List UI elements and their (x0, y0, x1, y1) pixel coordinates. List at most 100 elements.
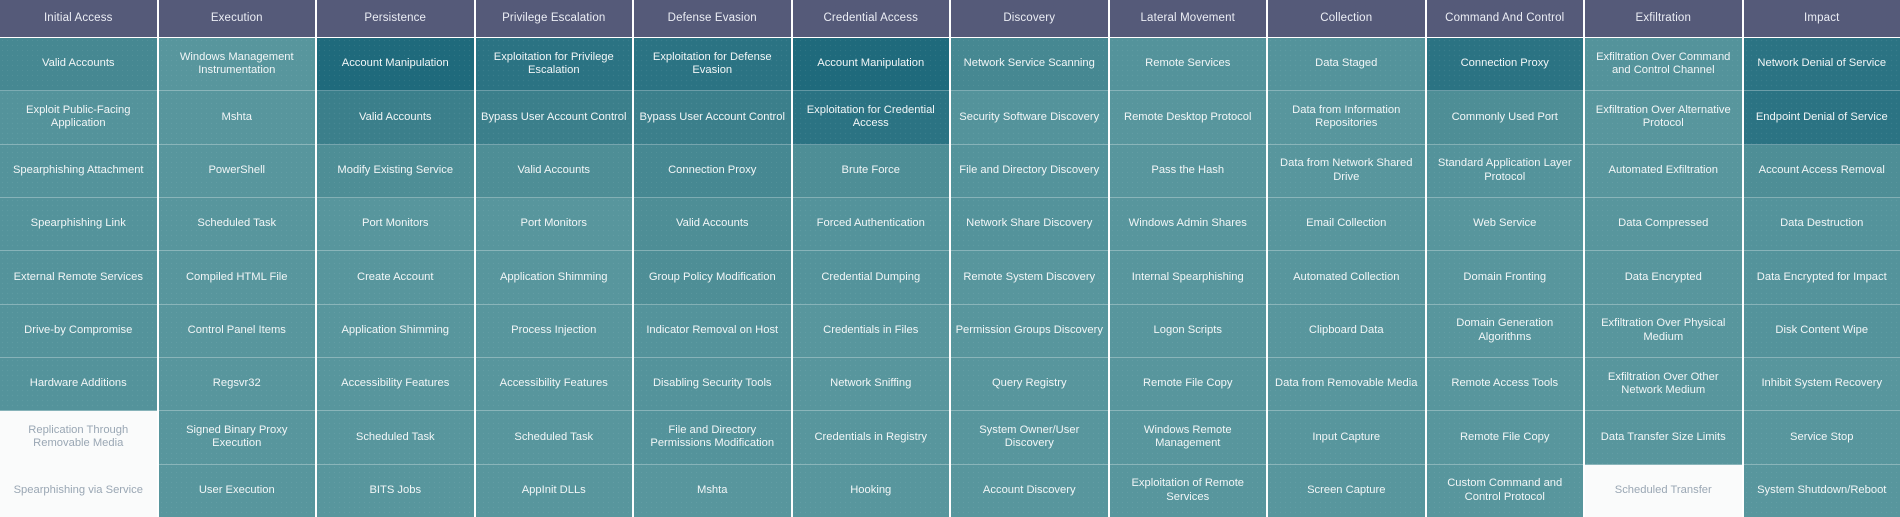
technique-cell[interactable]: Compiled HTML File (158, 251, 315, 305)
technique-cell[interactable]: Custom Command and Control Protocol (1426, 464, 1583, 517)
technique-cell[interactable]: Valid Accounts (634, 197, 791, 252)
technique-cell[interactable]: Application Shimming (475, 251, 632, 305)
technique-cell[interactable]: Create Account (317, 251, 474, 305)
technique-cell[interactable]: Screen Capture (1268, 464, 1425, 517)
technique-cell[interactable]: Remote Desktop Protocol (1109, 91, 1266, 145)
technique-cell[interactable]: Data Encrypted (1585, 251, 1742, 305)
technique-cell[interactable]: Web Service (1426, 197, 1583, 252)
technique-cell[interactable]: Input Capture (1268, 411, 1425, 465)
technique-cell[interactable]: Data Encrypted for Impact (1743, 251, 1900, 305)
technique-cell[interactable]: Data from Network Shared Drive (1268, 144, 1425, 198)
tactic-header[interactable]: Persistence (317, 0, 474, 37)
technique-cell[interactable]: Scheduled Task (475, 411, 632, 465)
technique-cell[interactable]: Windows Management Instrumentation (158, 38, 315, 92)
technique-cell[interactable]: Brute Force (792, 144, 949, 198)
technique-cell[interactable]: Replication Through Removable Media (0, 411, 157, 465)
technique-cell[interactable]: Disk Content Wipe (1743, 304, 1900, 358)
technique-cell[interactable]: Security Software Discovery (951, 91, 1108, 145)
technique-cell[interactable]: Remote File Copy (1109, 357, 1266, 412)
technique-cell[interactable]: Connection Proxy (634, 144, 791, 198)
technique-cell[interactable]: Exploitation for Defense Evasion (634, 38, 791, 92)
technique-cell[interactable]: Forced Authentication (792, 197, 949, 252)
technique-cell[interactable]: Remote Services (1109, 38, 1266, 92)
technique-cell[interactable]: System Owner/User Discovery (951, 411, 1108, 465)
technique-cell[interactable]: Port Monitors (317, 197, 474, 252)
technique-cell[interactable]: Spearphishing Link (0, 197, 157, 252)
technique-cell[interactable]: Group Policy Modification (634, 251, 791, 305)
technique-cell[interactable]: Account Manipulation (317, 38, 474, 92)
technique-cell[interactable]: Remote File Copy (1426, 411, 1583, 465)
technique-cell[interactable]: Valid Accounts (317, 91, 474, 145)
technique-cell[interactable]: Permission Groups Discovery (951, 304, 1108, 358)
tactic-header[interactable]: Privilege Escalation (475, 0, 632, 37)
technique-cell[interactable]: Email Collection (1268, 197, 1425, 252)
technique-cell[interactable]: Accessibility Features (317, 357, 474, 412)
technique-cell[interactable]: Hardware Additions (0, 357, 157, 412)
technique-cell[interactable]: Account Discovery (951, 464, 1108, 517)
technique-cell[interactable]: Data Destruction (1743, 197, 1900, 252)
technique-cell[interactable]: PowerShell (158, 144, 315, 198)
tactic-header[interactable]: Impact (1743, 0, 1900, 37)
technique-cell[interactable]: Scheduled Task (158, 197, 315, 252)
technique-cell[interactable]: Exploitation for Credential Access (792, 91, 949, 145)
technique-cell[interactable]: Drive-by Compromise (0, 304, 157, 358)
technique-cell[interactable]: Regsvr32 (158, 357, 315, 412)
technique-cell[interactable]: Credential Dumping (792, 251, 949, 305)
technique-cell[interactable]: Scheduled Task (317, 411, 474, 465)
technique-cell[interactable]: Network Share Discovery (951, 197, 1108, 252)
technique-cell[interactable]: Service Stop (1743, 411, 1900, 465)
technique-cell[interactable]: Valid Accounts (0, 38, 157, 92)
technique-cell[interactable]: Exploitation for Privilege Escalation (475, 38, 632, 92)
technique-cell[interactable]: Exploit Public-Facing Application (0, 91, 157, 145)
technique-cell[interactable]: Hooking (792, 464, 949, 517)
technique-cell[interactable]: Control Panel Items (158, 304, 315, 358)
technique-cell[interactable]: External Remote Services (0, 251, 157, 305)
technique-cell[interactable]: Automated Exfiltration (1585, 144, 1742, 198)
technique-cell[interactable]: Inhibit System Recovery (1743, 357, 1900, 412)
technique-cell[interactable]: Clipboard Data (1268, 304, 1425, 358)
tactic-header[interactable]: Execution (158, 0, 315, 37)
tactic-header[interactable]: Lateral Movement (1109, 0, 1266, 37)
technique-cell[interactable]: Pass the Hash (1109, 144, 1266, 198)
technique-cell[interactable]: Remote System Discovery (951, 251, 1108, 305)
technique-cell[interactable]: Account Manipulation (792, 38, 949, 92)
technique-cell[interactable]: Credentials in Registry (792, 411, 949, 465)
technique-cell[interactable]: Signed Binary Proxy Execution (158, 411, 315, 465)
technique-cell[interactable]: Accessibility Features (475, 357, 632, 412)
tactic-header[interactable]: Command And Control (1426, 0, 1583, 37)
technique-cell[interactable]: Exploitation of Remote Services (1109, 464, 1266, 517)
technique-cell[interactable]: Data from Information Repositories (1268, 91, 1425, 145)
technique-cell[interactable]: Standard Application Layer Protocol (1426, 144, 1583, 198)
technique-cell[interactable]: System Shutdown/Reboot (1743, 464, 1900, 517)
technique-cell[interactable]: Windows Admin Shares (1109, 197, 1266, 252)
technique-cell[interactable]: Commonly Used Port (1426, 91, 1583, 145)
technique-cell[interactable]: Bypass User Account Control (475, 91, 632, 145)
technique-cell[interactable]: Port Monitors (475, 197, 632, 252)
technique-cell[interactable]: Logon Scripts (1109, 304, 1266, 358)
technique-cell[interactable]: Network Denial of Service (1743, 38, 1900, 92)
technique-cell[interactable]: Exfiltration Over Command and Control Ch… (1585, 38, 1742, 92)
tactic-header[interactable]: Initial Access (0, 0, 157, 37)
technique-cell[interactable]: Domain Generation Algorithms (1426, 304, 1583, 358)
technique-cell[interactable]: Indicator Removal on Host (634, 304, 791, 358)
technique-cell[interactable]: Data from Removable Media (1268, 357, 1425, 412)
technique-cell[interactable]: File and Directory Permissions Modificat… (634, 411, 791, 465)
technique-cell[interactable]: Application Shimming (317, 304, 474, 358)
technique-cell[interactable]: Mshta (158, 91, 315, 145)
technique-cell[interactable]: Process Injection (475, 304, 632, 358)
technique-cell[interactable]: Data Transfer Size Limits (1585, 411, 1742, 465)
technique-cell[interactable]: Domain Fronting (1426, 251, 1583, 305)
tactic-header[interactable]: Credential Access (792, 0, 949, 37)
technique-cell[interactable]: Disabling Security Tools (634, 357, 791, 412)
technique-cell[interactable]: Credentials in Files (792, 304, 949, 358)
technique-cell[interactable]: Internal Spearphishing (1109, 251, 1266, 305)
technique-cell[interactable]: AppInit DLLs (475, 464, 632, 517)
technique-cell[interactable]: User Execution (158, 464, 315, 517)
technique-cell[interactable]: Mshta (634, 464, 791, 517)
technique-cell[interactable]: Exfiltration Over Other Network Medium (1585, 357, 1742, 412)
technique-cell[interactable]: Automated Collection (1268, 251, 1425, 305)
technique-cell[interactable]: Network Sniffing (792, 357, 949, 412)
technique-cell[interactable]: Spearphishing Attachment (0, 144, 157, 198)
technique-cell[interactable]: Endpoint Denial of Service (1743, 91, 1900, 145)
technique-cell[interactable]: Connection Proxy (1426, 38, 1583, 92)
